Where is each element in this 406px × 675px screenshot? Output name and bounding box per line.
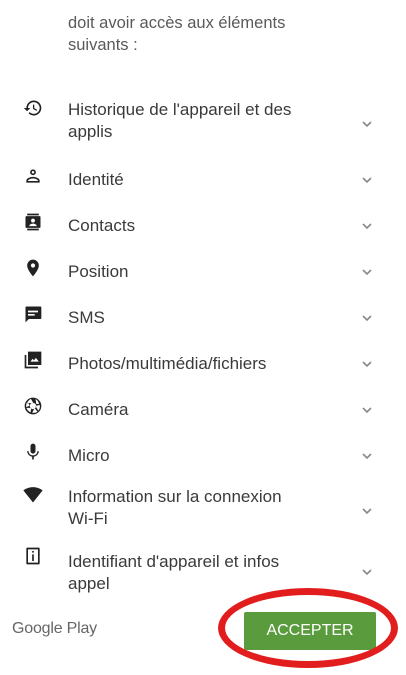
contacts-icon bbox=[22, 211, 44, 233]
permission-label: Photos/multimédia/fichiers bbox=[68, 354, 267, 373]
chevron-down-icon[interactable] bbox=[360, 265, 374, 279]
permission-label: Position bbox=[68, 262, 129, 281]
permission-label: Identité bbox=[68, 170, 124, 189]
chevron-down-icon[interactable] bbox=[360, 565, 374, 579]
intro-line-2: suivants : bbox=[68, 36, 138, 54]
permission-label: Micro bbox=[68, 446, 110, 465]
wifi-icon bbox=[22, 484, 44, 506]
microphone-icon bbox=[22, 441, 44, 463]
google-play-logo: Google Play bbox=[12, 620, 97, 637]
chevron-down-icon[interactable] bbox=[360, 311, 374, 325]
chevron-down-icon[interactable] bbox=[360, 219, 374, 233]
location-pin-icon bbox=[22, 257, 44, 279]
sms-icon bbox=[22, 303, 44, 325]
permission-label: Historique de l'appareil et des applis bbox=[68, 100, 292, 141]
intro-line-1: doit avoir accès aux éléments bbox=[68, 14, 286, 32]
permission-label: Contacts bbox=[68, 216, 136, 235]
accept-button[interactable]: ACCEPTER bbox=[244, 612, 376, 650]
chevron-down-icon[interactable] bbox=[360, 173, 374, 187]
chevron-down-icon[interactable] bbox=[360, 403, 374, 417]
permission-label: Identifiant d'appareil et infos appel bbox=[68, 552, 280, 593]
chevron-down-icon[interactable] bbox=[360, 504, 374, 518]
device-info-icon bbox=[22, 545, 44, 567]
chevron-down-icon[interactable] bbox=[360, 449, 374, 463]
permission-label: Information sur la connexion Wi-Fi bbox=[68, 487, 282, 528]
chevron-down-icon[interactable] bbox=[360, 117, 374, 131]
permissions-intro: doit avoir accès aux éléments suivants : bbox=[68, 12, 368, 56]
chevron-down-icon[interactable] bbox=[360, 357, 374, 371]
permission-label: Caméra bbox=[68, 400, 129, 419]
permission-label: SMS bbox=[68, 308, 105, 327]
history-icon bbox=[22, 97, 44, 119]
person-icon bbox=[22, 165, 44, 187]
photo-icon bbox=[22, 349, 44, 371]
camera-icon bbox=[22, 395, 44, 417]
